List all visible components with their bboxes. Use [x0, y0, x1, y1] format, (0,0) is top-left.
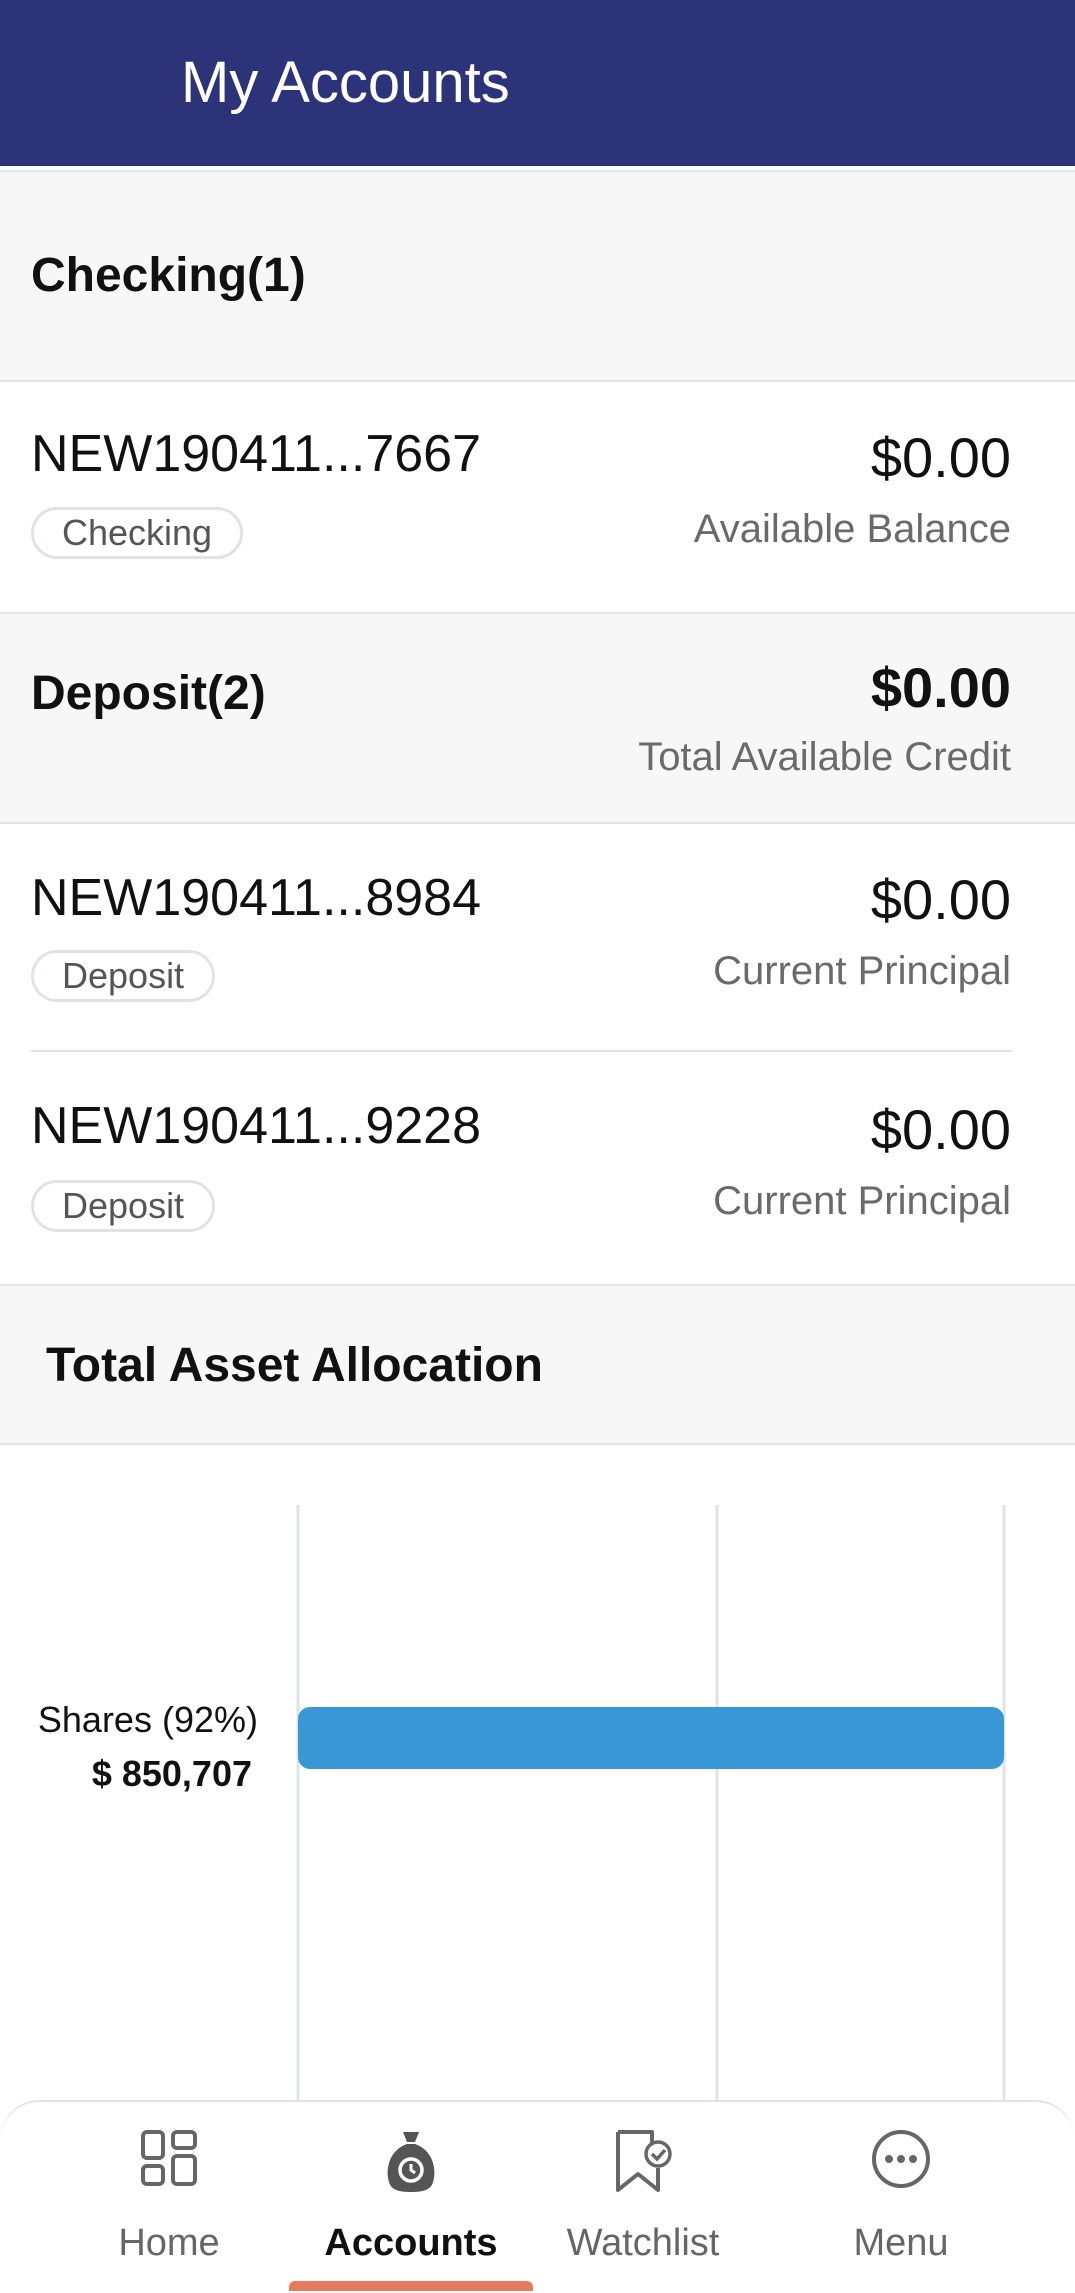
deposit-section-header: Deposit(2) $0.00 Total Available Credit	[0, 612, 1075, 824]
deposit-total-amount: $0.00	[870, 656, 1011, 719]
money-bag-icon	[387, 2132, 435, 2192]
nav-label-menu: Menu	[853, 2222, 949, 2264]
bookmark-check-icon	[616, 2130, 672, 2192]
account-amount-label: Current Principal	[713, 1179, 1011, 1223]
bottom-nav: Home Accounts Watchlist Menu	[0, 2100, 1075, 2291]
nav-label-home: Home	[118, 2222, 220, 2264]
account-name: NEW190411...9228	[31, 1097, 481, 1155]
account-amount: $0.00	[870, 868, 1011, 931]
nav-item-accounts[interactable]: Accounts	[291, 2102, 531, 2293]
account-row-checking-7667[interactable]: NEW190411...7667 Checking $0.00 Availabl…	[0, 382, 1075, 614]
account-name: NEW190411...7667	[31, 425, 481, 483]
nav-item-watchlist[interactable]: Watchlist	[523, 2102, 763, 2293]
deposit-section-title: Deposit(2)	[31, 667, 266, 720]
chart-bar	[298, 1707, 1004, 1769]
account-amount: $0.00	[870, 426, 1011, 489]
account-type-badge: Deposit	[31, 1180, 216, 1232]
asset-allocation-chart: Shares (92%) $ 850,707	[38, 1505, 1006, 2105]
account-row-deposit-8984[interactable]: NEW190411...8984 Deposit $0.00 Current P…	[0, 824, 1075, 1050]
account-type-badge: Deposit	[31, 950, 216, 1002]
chart-category-label: Shares (92%)	[38, 1699, 258, 1740]
account-row-deposit-9228[interactable]: NEW190411...9228 Deposit $0.00 Current P…	[0, 1052, 1075, 1284]
page-title: My Accounts	[181, 50, 510, 115]
account-amount: $0.00	[870, 1098, 1011, 1161]
app-header: My Accounts	[0, 0, 1075, 166]
account-amount-label: Available Balance	[693, 507, 1011, 551]
checking-section-title: Checking(1)	[31, 249, 306, 302]
allocation-section-title: Total Asset Allocation	[46, 1339, 543, 1392]
nav-item-home[interactable]: Home	[49, 2102, 289, 2293]
account-name: NEW190411...8984	[31, 869, 481, 927]
nav-item-menu[interactable]: Menu	[781, 2102, 1021, 2293]
account-type-badge: Checking	[31, 507, 244, 559]
nav-label-accounts: Accounts	[324, 2222, 498, 2264]
deposit-total-label: Total Available Credit	[638, 735, 1011, 779]
account-amount-label: Current Principal	[713, 949, 1011, 993]
allocation-section-header: Total Asset Allocation	[0, 1284, 1075, 1445]
checking-section-header: Checking(1)	[0, 170, 1075, 382]
chart-value-label: $ 850,707	[92, 1753, 252, 1794]
home-grid-icon	[141, 2130, 197, 2186]
nav-label-watchlist: Watchlist	[566, 2222, 720, 2264]
active-tab-indicator	[289, 2281, 533, 2291]
more-circle-icon	[872, 2130, 930, 2188]
